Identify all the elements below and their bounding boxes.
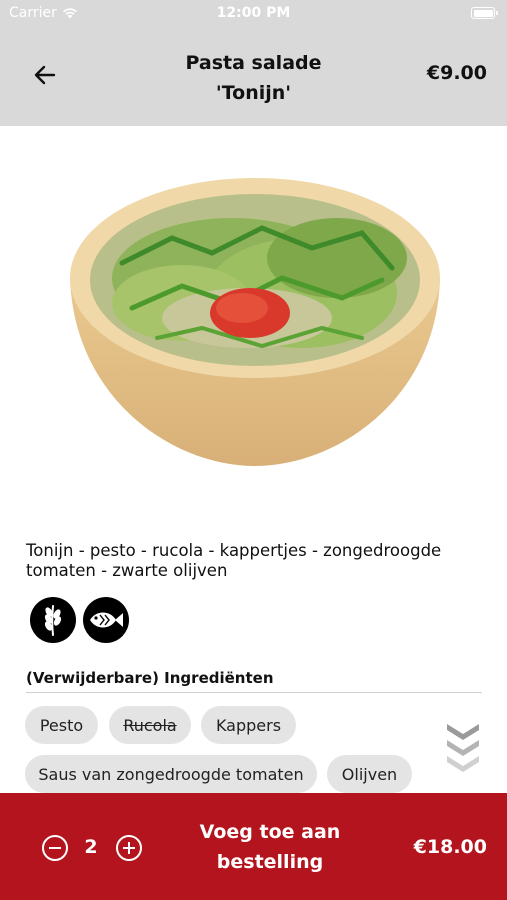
status-bar: Carrier 12:00 PM [0, 0, 507, 28]
dietary-badges [30, 597, 129, 643]
section-divider [26, 692, 482, 693]
fish-badge [83, 597, 129, 643]
order-bar: 2 Voeg toe aan bestelling €18.00 [0, 793, 507, 900]
page-title: Pasta salade 'Tonijn' [120, 48, 387, 108]
add-label-line-2: bestelling [216, 851, 324, 873]
back-button[interactable] [30, 60, 60, 90]
increase-quantity-button[interactable] [116, 835, 142, 861]
scroll-down-icon[interactable] [442, 720, 484, 774]
chip-saus[interactable]: Saus van zongedroogde tomaten [25, 755, 317, 793]
fish-icon [90, 612, 123, 628]
wheat-icon [44, 605, 62, 636]
wheat-badge [30, 597, 76, 643]
quantity-value: 2 [84, 836, 98, 858]
product-description: Tonijn - pesto - rucola - kappertjes - z… [26, 541, 442, 580]
arrow-left-icon [34, 65, 56, 85]
add-to-order-button[interactable]: Voeg toe aan bestelling [180, 817, 360, 877]
add-label-line-1: Voeg toe aan [199, 821, 341, 843]
chip-olijven[interactable]: Olijven [327, 755, 412, 793]
title-line-1: Pasta salade [185, 52, 322, 74]
unit-price: €9.00 [426, 62, 487, 84]
chip-kappers[interactable]: Kappers [201, 706, 296, 744]
title-line-2: 'Tonijn' [215, 82, 292, 104]
decrease-quantity-button[interactable] [42, 835, 68, 861]
clock: 12:00 PM [216, 5, 291, 21]
chip-pesto[interactable]: Pesto [25, 706, 98, 744]
battery-icon [471, 7, 498, 19]
product-image [70, 178, 440, 466]
header: Carrier 12:00 PM Pasta salade 'Tonijn' €… [0, 0, 507, 126]
chip-rucola[interactable]: Rucola [109, 706, 191, 744]
order-total: €18.00 [413, 836, 487, 858]
ingredients-title: (Verwijderbare) Ingrediënten [26, 669, 274, 687]
